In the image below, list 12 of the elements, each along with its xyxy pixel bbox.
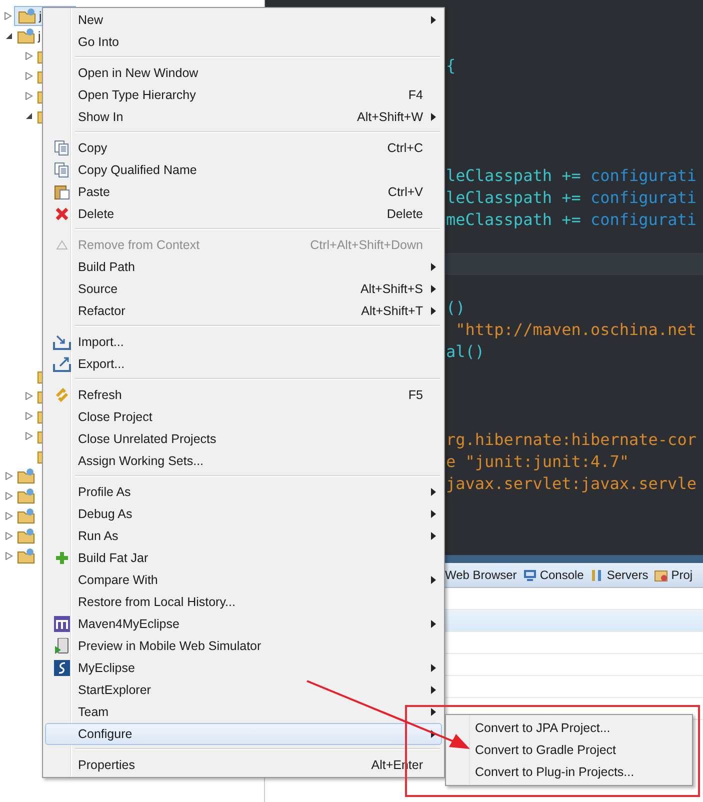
tree-label: j — [38, 29, 41, 43]
code-line: e "junit:junit:4.7" — [446, 452, 630, 471]
code-line: al() — [446, 342, 485, 361]
code-line: { — [446, 56, 456, 75]
tree-label: j — [39, 9, 42, 23]
code-line: leClasspath += configurati — [446, 188, 696, 207]
code-line: javax.servlet:javax.servle — [446, 474, 696, 493]
code-line: () — [446, 298, 466, 317]
code-line: rg.hibernate:hibernate-cor — [446, 430, 696, 449]
code-line: leClasspath += configurati — [446, 166, 696, 185]
code-line: meClasspath += configurati — [446, 210, 696, 229]
code-line: "http://maven.oschina.net — [454, 320, 696, 339]
